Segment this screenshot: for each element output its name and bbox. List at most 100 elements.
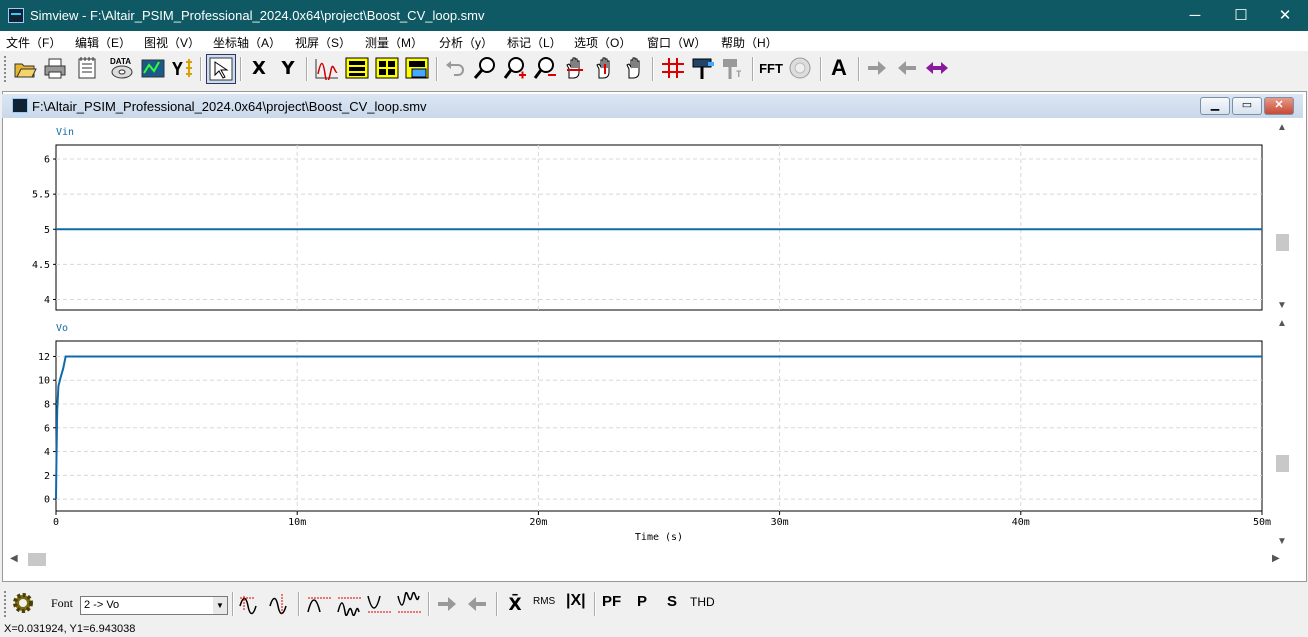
scroll-down-icon[interactable]: ▼: [1274, 536, 1290, 547]
close-button[interactable]: ✕: [1262, 0, 1308, 31]
rms-button[interactable]: RMS: [533, 596, 555, 607]
font-button[interactable]: Font: [51, 596, 73, 611]
y-tick-label: 4: [44, 447, 50, 458]
y-axis-settings-icon[interactable]: Y: [170, 55, 196, 81]
undo-zoom-icon[interactable]: [442, 55, 468, 81]
screen2-vertical-scrollbar[interactable]: ▲ ▼: [1274, 316, 1290, 550]
y-tick-label: 4.5: [32, 260, 50, 271]
menu-bar: 文件（F） 编辑（E） 图视（V） 坐标轴（A） 视屏（S） 测量（M） 分析（…: [0, 31, 1308, 51]
scroll-thumb[interactable]: [1276, 234, 1289, 251]
prev-arrow-icon[interactable]: [464, 591, 490, 617]
average-button[interactable]: X̄: [502, 592, 528, 618]
menu-view[interactable]: 图视（V）: [144, 34, 200, 51]
x-tick-label: 10m: [288, 517, 306, 528]
screen1-vertical-scrollbar[interactable]: ▲ ▼: [1274, 120, 1290, 314]
data-icon[interactable]: DATA: [108, 55, 134, 81]
menu-help[interactable]: 帮助（H）: [721, 34, 778, 51]
menu-analysis[interactable]: 分析（y）: [439, 34, 493, 51]
plot-area: Vin 6 5.5 5 4.5 4 Vo 12 10 8 6 4 2 0 0 10m 20m 30m 40m 50m T…: [6, 118, 1272, 551]
max-marker-icon[interactable]: [238, 591, 264, 617]
global-min-icon[interactable]: [396, 591, 422, 617]
abs-average-button[interactable]: |X|: [566, 592, 586, 610]
zoom-out-icon[interactable]: [532, 55, 558, 81]
menu-axis[interactable]: 坐标轴（A）: [213, 34, 281, 51]
maximize-button[interactable]: ☐: [1218, 0, 1264, 31]
text-annotation-button[interactable]: A: [826, 55, 852, 81]
thd-button[interactable]: THD: [690, 595, 715, 609]
toolbar-separator: [752, 57, 754, 81]
global-max-icon[interactable]: [336, 591, 362, 617]
scroll-up-icon[interactable]: ▲: [1274, 318, 1290, 329]
print-icon[interactable]: [42, 55, 68, 81]
curve-select[interactable]: 2 -> Vo ▼: [80, 596, 228, 615]
menu-edit[interactable]: 编辑（E）: [75, 34, 131, 51]
arrow-both-icon[interactable]: [924, 55, 950, 81]
child-close-button[interactable]: ✕: [1264, 97, 1294, 115]
scroll-down-icon[interactable]: ▼: [1274, 300, 1290, 311]
waveform-icon[interactable]: [314, 55, 340, 81]
hscroll-thumb[interactable]: [28, 553, 46, 566]
x-tick-label: 0: [53, 517, 59, 528]
valley-icon[interactable]: [366, 591, 392, 617]
y-tick-label: 5: [44, 225, 50, 236]
y-tick-label: 8: [44, 400, 50, 411]
select-cursor-icon[interactable]: [206, 54, 236, 84]
toolbar-separator: [820, 57, 822, 81]
pan-hand-icon[interactable]: [622, 55, 648, 81]
menu-measure[interactable]: 测量（M）: [365, 34, 423, 51]
grid-layout-icon[interactable]: [374, 55, 400, 81]
dial-icon[interactable]: [787, 55, 813, 81]
toolbar-separator: [306, 57, 308, 81]
menu-options[interactable]: 选项（O）: [574, 34, 631, 51]
scroll-right-icon[interactable]: ▶: [1272, 553, 1280, 564]
scroll-up-icon[interactable]: ▲: [1274, 122, 1290, 133]
graph-color-icon[interactable]: [140, 55, 166, 81]
waveform-plots[interactable]: Vin 6 5.5 5 4.5 4 Vo 12 10 8 6 4 2 00 10m 20m 30m 40m 50m T…: [6, 118, 1272, 551]
zoom-icon[interactable]: [472, 55, 498, 81]
flag-marker-icon[interactable]: [690, 55, 716, 81]
screen-layout-icon[interactable]: [344, 55, 370, 81]
pan-hand-red-icon[interactable]: [562, 55, 588, 81]
y-tick-label: 5.5: [32, 190, 50, 201]
notes-icon[interactable]: [74, 55, 100, 81]
toolbar-grip: [4, 591, 9, 617]
child-minimize-button[interactable]: ▁: [1200, 97, 1230, 115]
crosshair-marker-icon[interactable]: [660, 55, 686, 81]
scroll-thumb[interactable]: [1276, 455, 1289, 472]
wave-marker-icon[interactable]: [268, 591, 294, 617]
toolbar-grip: [4, 56, 9, 82]
settings-gear-icon[interactable]: [10, 590, 36, 616]
toolbar-separator: [858, 57, 860, 81]
power-factor-button[interactable]: PF: [602, 593, 621, 610]
child-restore-button[interactable]: ▭: [1232, 97, 1262, 115]
peak-icon[interactable]: [306, 591, 332, 617]
open-icon[interactable]: [12, 55, 38, 81]
real-power-button[interactable]: P: [637, 593, 647, 610]
text-marker-icon[interactable]: T: [720, 55, 746, 81]
chevron-down-icon[interactable]: ▼: [213, 597, 227, 614]
x-axis-label: Time (s): [635, 532, 683, 543]
menu-file[interactable]: 文件（F）: [6, 34, 61, 51]
y-tick-label: 12: [38, 352, 50, 363]
add-screen-icon[interactable]: [404, 55, 430, 81]
apparent-power-button[interactable]: S: [667, 593, 677, 610]
minimize-button[interactable]: ─: [1172, 0, 1218, 31]
menu-label[interactable]: 标记（L）: [507, 34, 562, 51]
arrow-left-icon[interactable]: [894, 55, 920, 81]
horizontal-scrollbar[interactable]: ◀ ▶: [8, 551, 1288, 568]
y-tick-label: 6: [44, 155, 50, 166]
arrow-right-icon[interactable]: [864, 55, 890, 81]
x-tick-label: 20m: [529, 517, 547, 528]
pan-hand-vertical-icon[interactable]: [592, 55, 618, 81]
toolbar-separator: [594, 592, 596, 616]
y-tick-label: 10: [38, 376, 50, 387]
fft-button[interactable]: FFT: [756, 55, 786, 81]
y-axis-button[interactable]: Y: [275, 55, 301, 81]
toolbar-separator: [240, 57, 242, 81]
menu-screen[interactable]: 视屏（S）: [295, 34, 351, 51]
x-axis-button[interactable]: X: [246, 55, 272, 81]
next-arrow-icon[interactable]: [434, 591, 460, 617]
scroll-left-icon[interactable]: ◀: [10, 553, 18, 564]
menu-window[interactable]: 窗口（W）: [647, 34, 706, 51]
zoom-in-icon[interactable]: [502, 55, 528, 81]
